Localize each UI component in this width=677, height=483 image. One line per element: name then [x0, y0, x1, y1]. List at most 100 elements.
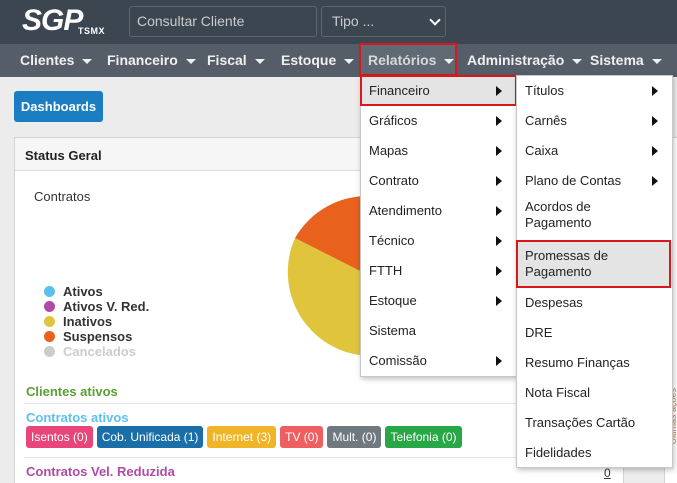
submenu-item-label: Plano de Contas — [525, 173, 622, 188]
submenu-item-dre[interactable]: DRE — [517, 318, 672, 348]
caret-down-icon — [185, 58, 196, 64]
chevron-down-icon — [429, 14, 441, 26]
submenu-item-label: Carnês — [525, 113, 567, 128]
submenu-item-plano-de-contas[interactable]: Plano de Contas — [517, 166, 672, 196]
panel-title: Status Geral — [25, 148, 102, 163]
legend-label: Inativos — [63, 314, 113, 329]
menu-item-label: Sistema — [369, 323, 416, 338]
menu-clientes[interactable]: Clientes — [20, 44, 93, 77]
caret-right-icon — [652, 146, 658, 156]
menu-item-label: Mapas — [369, 143, 409, 158]
badge-tv[interactable]: TV (0) — [280, 426, 324, 448]
menu-item-tecnico[interactable]: Técnico — [361, 226, 516, 256]
submenu-item-label: Resumo Finanças — [525, 355, 630, 370]
legend-dot — [44, 331, 55, 342]
menu-administracao[interactable]: Administração — [467, 44, 583, 77]
badge-mult[interactable]: Mult. (0) — [327, 426, 382, 448]
submenu-item-label: Títulos — [525, 83, 565, 98]
submenu-item-fidelidades[interactable]: Fidelidades — [517, 438, 672, 468]
submenu-item-despesas[interactable]: Despesas — [517, 288, 672, 318]
submenu-item-label: Nota Fiscal — [525, 385, 591, 400]
legend-item-cancelados[interactable]: Cancelados — [44, 344, 149, 359]
caret-down-icon — [572, 58, 583, 64]
caret-right-icon — [496, 146, 502, 156]
submenu-item-resumo-financas[interactable]: Resumo Finanças — [517, 348, 672, 378]
submenu-item-label-line2: Pagamento — [525, 215, 592, 230]
submenu-item-label: Despesas — [525, 295, 583, 310]
legend-dot — [44, 316, 55, 327]
clientes-ativos-link[interactable]: Clientes ativos — [26, 384, 118, 399]
submenu-item-transacoes-cartao[interactable]: Transações Cartão — [517, 408, 672, 438]
promessas-highlight-box — [516, 240, 671, 288]
contratos-vel-reduzida-link[interactable]: Contratos Vel. Reduzida — [26, 464, 175, 479]
submenu-item-label: DRE — [525, 325, 553, 340]
legend-item-ativos[interactable]: Ativos — [44, 284, 149, 299]
menu-item-contrato[interactable]: Contrato — [361, 166, 516, 196]
menu-item-label: Comissão — [369, 353, 427, 368]
menu-item-label: FTTH — [369, 263, 403, 278]
menu-item-label: Técnico — [369, 233, 415, 248]
menu-fiscal[interactable]: Fiscal — [207, 44, 265, 77]
tipo-select-label: Tipo ... — [332, 13, 375, 29]
caret-down-icon — [651, 58, 662, 64]
menu-financeiro-label: Financeiro — [107, 52, 178, 68]
contract-type-badges: Isentos (0) Cob. Unificada (1) Internet … — [26, 426, 462, 448]
caret-right-icon — [496, 356, 502, 366]
submenu-item-label-line1: Acordos de — [525, 199, 591, 214]
menu-item-comissao[interactable]: Comissão — [361, 346, 516, 376]
badge-telefonia[interactable]: Telefonia (0) — [385, 426, 462, 448]
menu-administracao-label: Administração — [467, 52, 565, 68]
contratos-ativos-link[interactable]: Contratos ativos — [26, 410, 129, 425]
logo-sub-text: TSMX — [78, 26, 106, 36]
legend-dot — [44, 346, 55, 357]
logo-main-text: SGP — [22, 4, 83, 37]
menu-financeiro[interactable]: Financeiro — [107, 44, 196, 77]
caret-right-icon — [652, 116, 658, 126]
menu-item-estoque[interactable]: Estoque — [361, 286, 516, 316]
badge-isentos[interactable]: Isentos (0) — [26, 426, 93, 448]
menu-clientes-label: Clientes — [20, 52, 75, 68]
submenu-item-caixa[interactable]: Caixa — [517, 136, 672, 166]
menu-item-graficos[interactable]: Gráficos — [361, 106, 516, 136]
top-bar: SGP TSMX Consultar Cliente Tipo ... — [0, 0, 677, 44]
caret-down-icon — [344, 58, 355, 64]
tipo-select[interactable]: Tipo ... — [321, 6, 446, 37]
caret-right-icon — [496, 296, 502, 306]
relatorios-highlight-box — [359, 43, 457, 76]
caret-right-icon — [496, 236, 502, 246]
submenu-item-nota-fiscal[interactable]: Nota Fiscal — [517, 378, 672, 408]
legend-label: Suspensos — [63, 329, 133, 344]
legend-item-suspensos[interactable]: Suspensos — [44, 329, 149, 344]
caret-down-icon — [82, 58, 93, 64]
badge-internet[interactable]: Internet (3) — [207, 426, 277, 448]
legend-item-ativos-v-red[interactable]: Ativos V. Red. — [44, 299, 149, 314]
menu-item-ftth[interactable]: FTTH — [361, 256, 516, 286]
menu-estoque[interactable]: Estoque — [281, 44, 355, 77]
main-menu-bar: Clientes Financeiro Fiscal Estoque Relat… — [0, 44, 677, 77]
legend-item-inativos[interactable]: Inativos — [44, 314, 149, 329]
chart-legend: Ativos Ativos V. Red. Inativos Suspensos… — [44, 284, 149, 359]
menu-item-sistema[interactable]: Sistema — [361, 316, 516, 346]
search-client-input[interactable]: Consultar Cliente — [129, 6, 317, 37]
sgp-logo[interactable]: SGP TSMX — [22, 4, 105, 38]
submenu-item-label: Transações Cartão — [525, 415, 636, 430]
menu-item-label: Atendimento — [369, 203, 442, 218]
menu-fiscal-label: Fiscal — [207, 52, 247, 68]
menu-item-atendimento[interactable]: Atendimento — [361, 196, 516, 226]
submenu-item-label: Caixa — [525, 143, 559, 158]
legend-dot — [44, 301, 55, 312]
menu-sistema[interactable]: Sistema — [590, 44, 662, 77]
submenu-item-carnes[interactable]: Carnês — [517, 106, 672, 136]
submenu-item-acordos-de-pagamento[interactable]: Acordos de Pagamento — [517, 199, 672, 239]
dashboards-button[interactable]: Dashboards — [14, 91, 103, 122]
badge-cob-unificada[interactable]: Cob. Unificada (1) — [96, 426, 204, 448]
caret-right-icon — [496, 176, 502, 186]
menu-item-label: Gráficos — [369, 113, 418, 128]
caret-right-icon — [496, 206, 502, 216]
vel-reduzida-count[interactable]: 0 — [604, 466, 611, 480]
legend-label: Ativos — [63, 284, 103, 299]
relatorios-dropdown: Financeiro Gráficos Mapas Contrato Atend… — [360, 75, 517, 377]
menu-item-mapas[interactable]: Mapas — [361, 136, 516, 166]
caret-right-icon — [652, 86, 658, 96]
submenu-item-titulos[interactable]: Títulos — [517, 76, 672, 106]
